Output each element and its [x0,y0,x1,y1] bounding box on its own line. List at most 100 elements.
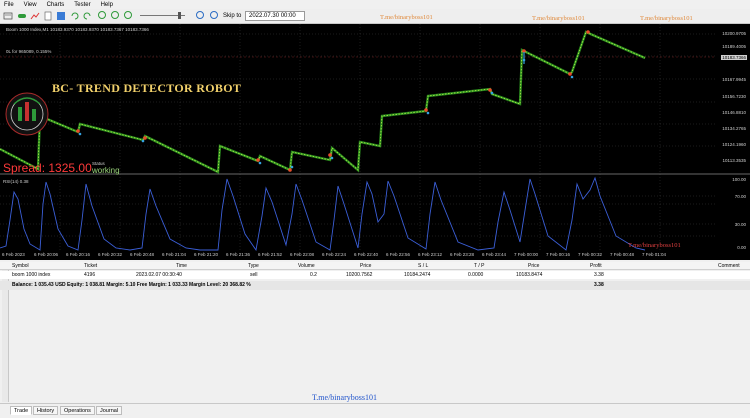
y-tick: 10134.2765 [722,126,746,131]
chart-symbol-info: Boom 1000 Index,M1 10183.9370 10183.9370… [6,27,149,32]
fast-forward-button[interactable] [196,11,204,19]
rsi-tick: 30.00 [734,222,746,227]
tab-operations[interactable]: Operations [60,406,95,415]
y-tick: 10156.7230 [722,94,746,99]
menu-view[interactable]: View [24,2,37,8]
spread-value: 1325.00 [48,161,92,175]
spread-readout: Spread: 1325.00 [3,161,92,175]
terminal-tabs: Trade History Operations Journal [0,403,750,418]
skip-to-label: Skip to [223,13,242,19]
export-icon[interactable] [56,11,66,21]
tab-history[interactable]: History [33,406,59,415]
watermark-top-2: T.me/binaryboss101 [532,15,585,22]
rsi-tick: 0.00 [737,245,746,250]
cell-price-current: 10183.8474 [516,272,543,278]
x-tick: 6 Feb 21:52 [258,252,283,257]
col-sl[interactable]: S / L [418,263,428,269]
chart-canvas [0,24,750,252]
menu-tester[interactable]: Tester [74,2,90,8]
y-tick: 10200.9705 [722,31,746,36]
cell-profit: 3.38 [594,272,604,278]
balance-summary: Balance: 1 035.43 USD Equity: 1 038.81 M… [12,282,251,288]
x-tick: 6 Feb 2023 [2,252,25,257]
x-tick: 6 Feb 20:16 [66,252,91,257]
settings-icon[interactable] [3,11,13,21]
col-comment[interactable]: Comment [718,263,740,269]
trade-table-header: Symbol Ticket Time Type Volume Price S /… [0,262,750,270]
rsi-series [0,176,716,252]
robot-title: BC- TREND DETECTOR ROBOT [52,81,242,95]
price-chart[interactable]: Boom 1000 Index,M1 10183.9370 10183.9370… [0,24,750,260]
x-tick: 6 Feb 20:06 [34,252,59,257]
redo-icon[interactable] [82,11,92,21]
watermark-top-3: T.me/binaryboss101 [640,15,693,22]
x-tick: 6 Feb 22:40 [354,252,379,257]
rsi-tick: 100.00 [732,177,746,182]
watermark-chart: T.me/binaryboss101 [628,242,681,249]
rsi-label: RSI(14) 0.38 [3,179,29,184]
menu-help[interactable]: Help [101,2,113,8]
col-symbol[interactable]: Symbol [12,263,29,269]
x-tick: 7 Feb 01:04 [642,252,667,257]
menu-bar: File View Charts Tester Help [0,0,750,9]
cell-price: 10200.7562 [346,272,373,278]
step-button[interactable] [111,11,119,19]
price-axis[interactable]: 10200.9705 10189.4005 10183.7366 10167.9… [716,24,750,260]
cell-sl: 10184.2474 [404,272,431,278]
x-tick: 7 Feb 00:48 [610,252,635,257]
col-price-current[interactable]: Price [528,263,539,269]
x-tick: 6 Feb 23:44 [482,252,507,257]
cell-type: sell [250,272,258,278]
pause-button[interactable] [98,11,106,19]
cell-ticket: 4196 [84,272,96,278]
x-tick: 6 Feb 22:24 [322,252,347,257]
status-value: working [92,166,120,175]
report-icon[interactable] [43,11,53,21]
x-tick: 7 Feb 00:32 [578,252,603,257]
rsi-tick: 70.00 [734,194,746,199]
y-tick: 10113.3535 [722,158,746,163]
col-volume[interactable]: Volume [298,263,315,269]
current-price-tag: 10183.7366 [721,55,747,60]
col-type[interactable]: Type [248,263,259,269]
undo-icon[interactable] [70,11,80,21]
tab-journal[interactable]: Journal [96,406,123,415]
x-tick: 6 Feb 23:28 [450,252,475,257]
chart-icon[interactable] [30,11,40,21]
tab-trade[interactable]: Trade [10,406,33,415]
x-tick: 7 Feb 00:16 [546,252,571,257]
x-tick: 6 Feb 20:32 [98,252,123,257]
menu-file[interactable]: File [4,2,14,8]
col-price[interactable]: Price [360,263,371,269]
x-tick: 6 Feb 22:56 [386,252,411,257]
skip-date-input[interactable]: 2022.07.30 00:00 [245,11,305,21]
spread-label: Spread: [3,161,46,175]
cell-volume: 0.2 [310,272,317,278]
cell-tp: 0.0000 [468,272,484,278]
balance-profit: 3.38 [594,282,604,288]
col-time[interactable]: Time [176,263,187,269]
table-row[interactable]: boom 1000 index 4196 2023.02.07 00:30:40… [0,271,750,279]
time-axis[interactable]: 6 Feb 2023 6 Feb 20:06 6 Feb 20:16 6 Feb… [0,252,716,260]
col-tp[interactable]: T / P [474,263,484,269]
stop-button[interactable] [124,11,132,19]
tester-toolbar: Skip to 2022.07.30 00:00 [0,9,750,24]
balance-row: Balance: 1 035.43 USD Equity: 1 038.81 M… [0,281,750,290]
menu-charts[interactable]: Charts [47,2,65,8]
y-tick: 10146.8810 [722,110,746,115]
cell-time: 2023.02.07 00:30:40 [136,272,182,278]
col-ticket[interactable]: Ticket [84,263,97,269]
speed-slider-handle[interactable] [178,12,181,19]
y-tick: 10189.4005 [722,44,746,49]
watermark-bottom: T.me/binaryboss101 [312,393,377,402]
skip-button[interactable] [210,11,218,19]
y-tick: 10167.9945 [722,77,746,82]
watermark-top-1: T.me/binaryboss101 [380,14,433,21]
robot-logo-icon [5,92,49,136]
x-tick: 6 Feb 21:04 [162,252,187,257]
toggle-icon[interactable] [17,11,27,21]
x-tick: 6 Feb 23:12 [418,252,443,257]
chart-trade-info: 0L for 965089, 0.155% [6,49,52,54]
col-profit[interactable]: Profit [590,263,602,269]
x-tick: 6 Feb 22:08 [290,252,315,257]
